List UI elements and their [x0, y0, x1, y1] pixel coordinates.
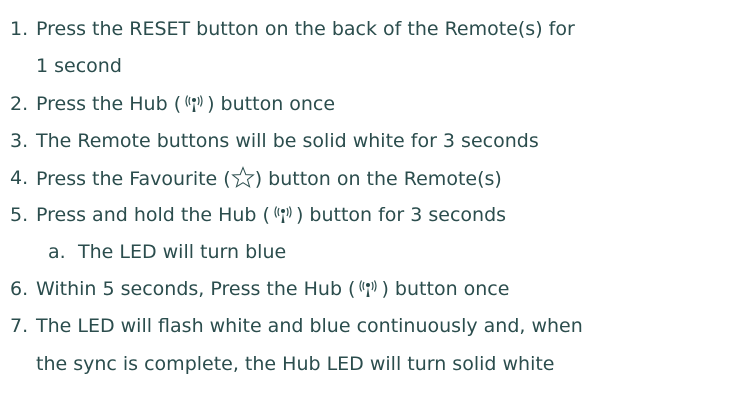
step-text-continuation: the sync is complete, the Hub LED will t… — [36, 353, 555, 375]
hub-icon — [355, 278, 381, 304]
step-number: 1. — [10, 18, 29, 40]
step-number: 4. — [10, 167, 29, 189]
instruction-list: 1. Press the RESET button on the back of… — [0, 0, 733, 397]
step-text: The LED will flash white and blue contin… — [36, 315, 583, 337]
step-text: The Remote buttons will be solid white f… — [36, 130, 539, 152]
step-number: 7. — [10, 315, 29, 337]
step-number: 5. — [10, 204, 29, 226]
step-text: Press the Favourite () button on the Rem… — [36, 166, 502, 194]
step-text: Press and hold the Hub () button for 3 s… — [36, 203, 506, 230]
step-text: Within 5 seconds, Press the Hub () butto… — [36, 277, 509, 304]
step-number: 6. — [10, 278, 29, 300]
step-number: a. — [48, 241, 66, 263]
step-number: 2. — [10, 93, 29, 115]
step-text: The LED will turn blue — [78, 241, 287, 263]
step-text: Press the RESET button on the back of th… — [36, 18, 575, 40]
star-outline-icon — [230, 166, 255, 194]
step-number: 3. — [10, 130, 29, 152]
hub-icon — [181, 93, 207, 119]
step-text: Press the Hub () button once — [36, 92, 335, 119]
hub-icon — [270, 204, 296, 230]
step-text-continuation: 1 second — [36, 55, 122, 77]
